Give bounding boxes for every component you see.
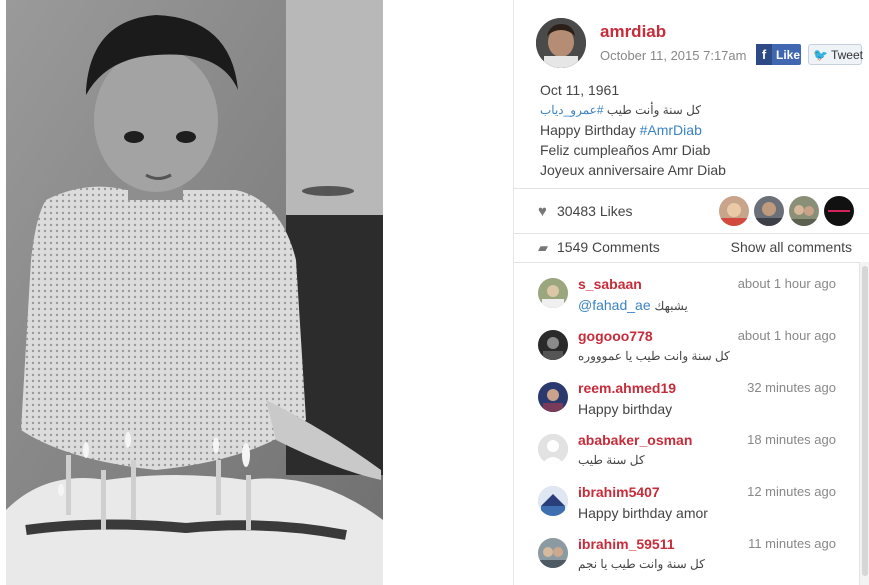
commenter-avatar[interactable] bbox=[538, 486, 568, 516]
commenter-avatar[interactable] bbox=[538, 278, 568, 308]
caption-line-arabic: كل سنة وأنت طيب #عمرو_دياب bbox=[540, 100, 860, 120]
avatar-image bbox=[536, 18, 586, 68]
tweet-button-label: Tweet bbox=[830, 47, 863, 62]
caption-arabic-text: كل سنة وأنت طيب bbox=[603, 103, 701, 117]
commenter-username[interactable]: s_sabaan bbox=[578, 276, 642, 292]
tweet-button[interactable]: 🐦 Tweet bbox=[808, 44, 863, 65]
comment-item: ibrahim_59511 11 minutes ago كل سنة وانت… bbox=[514, 526, 869, 578]
comment-text: كل سنة وانت طيب يا عموووره bbox=[578, 349, 730, 363]
likes-row: ♥ 30483 Likes bbox=[514, 189, 869, 234]
comment-item: s_sabaan about 1 hour ago @fahad_ae يشبه… bbox=[514, 266, 869, 318]
comment-time: 32 minutes ago bbox=[747, 380, 836, 395]
commenter-avatar[interactable] bbox=[538, 434, 568, 464]
comment-time: 18 minutes ago bbox=[747, 432, 836, 447]
scrollbar-thumb[interactable] bbox=[862, 266, 868, 576]
hashtag-amrdiab[interactable]: #AmrDiab bbox=[640, 122, 702, 138]
caption-line-french: Joyeux anniversaire Amr Diab bbox=[540, 162, 726, 178]
show-all-comments-link[interactable]: Show all comments bbox=[731, 239, 852, 255]
liker-avatar[interactable] bbox=[824, 196, 854, 226]
liker-avatar-image bbox=[824, 196, 854, 226]
facebook-like-button[interactable]: f Like bbox=[756, 44, 801, 65]
facebook-icon: f bbox=[756, 44, 772, 65]
comment-time: about 1 hour ago bbox=[737, 276, 836, 291]
twitter-bird-icon: 🐦 bbox=[813, 47, 828, 62]
likers-avatars bbox=[719, 196, 854, 226]
comments-summary-row: ▰ 1549 Comments Show all comments bbox=[514, 234, 869, 263]
post-photo[interactable] bbox=[6, 0, 383, 585]
comment-item: reem.ahmed19 32 minutes ago Happy birthd… bbox=[514, 370, 869, 422]
comment-text: كل سنة وانت طيب يا نجم bbox=[578, 557, 705, 571]
comments-count: 1549 Comments bbox=[557, 239, 660, 255]
commenter-avatar[interactable] bbox=[538, 538, 568, 568]
comment-mention[interactable]: @fahad_ae bbox=[578, 297, 651, 313]
liker-avatar[interactable] bbox=[719, 196, 749, 226]
comment-time: about 1 hour ago bbox=[737, 328, 836, 343]
commenter-avatar-image bbox=[538, 382, 568, 412]
post-sidebar: amrdiab October 11, 2015 7:17am f Like 🐦… bbox=[513, 0, 869, 585]
comment-text: Happy birthday bbox=[578, 401, 673, 417]
heart-icon: ♥ bbox=[538, 203, 547, 220]
caption-line-spanish: Feliz cumpleaños Amr Diab bbox=[540, 142, 711, 158]
caption-line-birthday: Happy Birthday #AmrDiab bbox=[540, 120, 860, 140]
comment-bubble-icon: ▰ bbox=[538, 240, 548, 255]
commenter-username[interactable]: ibrahim_59511 bbox=[578, 536, 675, 552]
default-avatar-icon bbox=[538, 434, 568, 464]
commenter-username[interactable]: ababaker_osman bbox=[578, 432, 692, 448]
commenter-avatar-image bbox=[538, 486, 568, 516]
post-header: amrdiab October 11, 2015 7:17am f Like 🐦… bbox=[514, 0, 869, 189]
liker-avatar-image bbox=[754, 196, 784, 226]
comment-text: كل سنة طيب bbox=[578, 453, 645, 467]
user-avatar[interactable] bbox=[536, 18, 586, 68]
post-username[interactable]: amrdiab bbox=[600, 22, 666, 42]
caption-birthday-text: Happy Birthday bbox=[540, 122, 640, 138]
comment-text: Happy birthday amor bbox=[578, 505, 708, 521]
liker-avatar[interactable] bbox=[789, 196, 819, 226]
comment-item: ibrahim5407 12 minutes ago Happy birthda… bbox=[514, 474, 869, 526]
photo-image bbox=[6, 0, 383, 585]
commenter-avatar[interactable] bbox=[538, 382, 568, 412]
comment-arabic-text: يشبهك bbox=[654, 299, 688, 313]
commenter-username[interactable]: gogooo778 bbox=[578, 328, 653, 344]
like-button-label: Like bbox=[776, 47, 801, 62]
comment-item: gogooo778 about 1 hour ago كل سنة وانت ط… bbox=[514, 318, 869, 370]
comment-time: 12 minutes ago bbox=[747, 484, 836, 499]
comment-time: 11 minutes ago bbox=[748, 536, 836, 551]
liker-avatar[interactable] bbox=[754, 196, 784, 226]
post-caption: Oct 11, 1961 كل سنة وأنت طيب #عمرو_دياب … bbox=[540, 80, 860, 180]
post-date: October 11, 2015 7:17am bbox=[600, 48, 747, 63]
caption-line-date: Oct 11, 1961 bbox=[540, 82, 620, 98]
hashtag-amr-diab-arabic[interactable]: #عمرو_دياب bbox=[540, 103, 604, 117]
photo-panel bbox=[0, 0, 513, 585]
comments-scrollbar[interactable] bbox=[859, 262, 869, 585]
commenter-username[interactable]: reem.ahmed19 bbox=[578, 380, 676, 396]
comment-list: s_sabaan about 1 hour ago @fahad_ae يشبه… bbox=[514, 266, 869, 585]
comment-text: @fahad_ae يشبهك bbox=[578, 297, 688, 313]
commenter-avatar[interactable] bbox=[538, 330, 568, 360]
commenter-avatar-image bbox=[538, 330, 568, 360]
commenter-username[interactable]: ibrahim5407 bbox=[578, 484, 660, 500]
commenter-avatar-image bbox=[538, 278, 568, 308]
liker-avatar-image bbox=[789, 196, 819, 226]
liker-avatar-image bbox=[719, 196, 749, 226]
commenter-avatar-image bbox=[538, 538, 568, 568]
comment-item: ababaker_osman 18 minutes ago كل سنة طيب bbox=[514, 422, 869, 474]
likes-count: 30483 Likes bbox=[557, 203, 633, 219]
